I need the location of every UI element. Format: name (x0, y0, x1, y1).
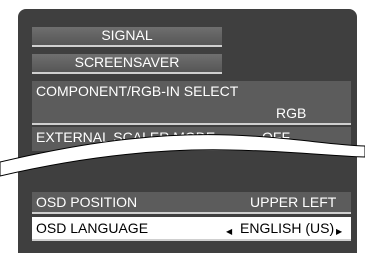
page-break-wave (0, 134, 365, 177)
